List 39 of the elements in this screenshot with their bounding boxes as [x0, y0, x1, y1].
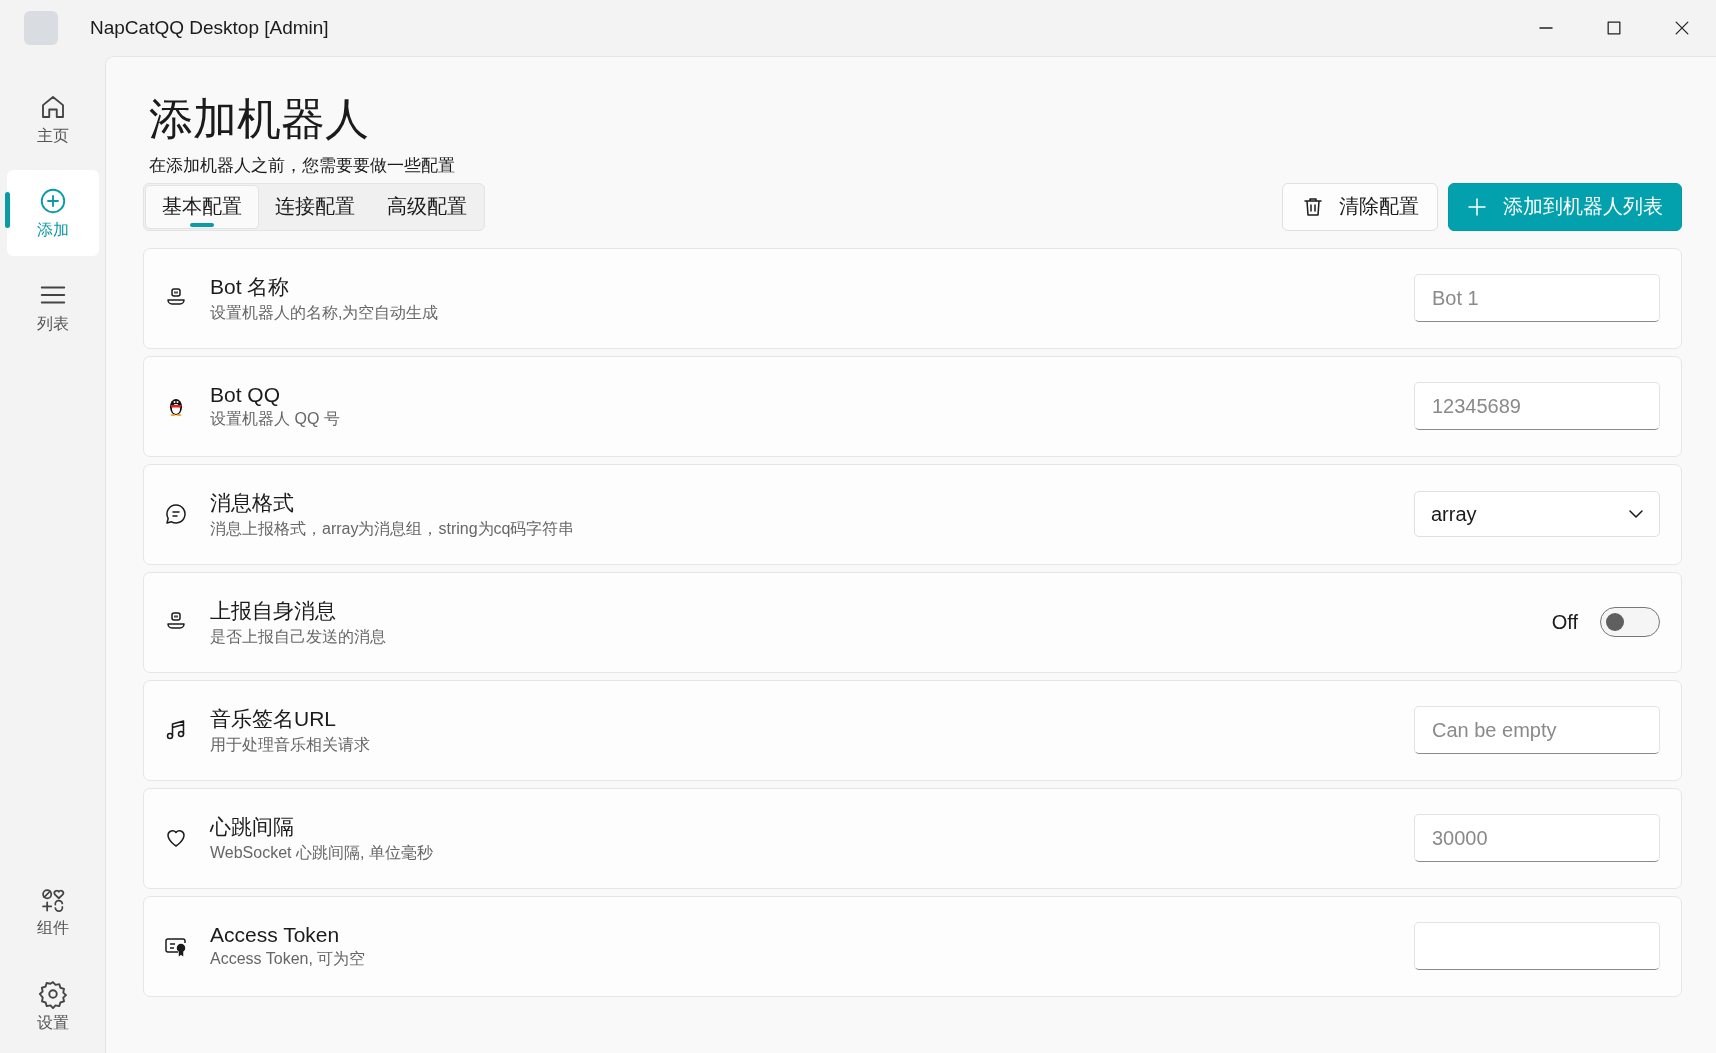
dropdown[interactable]: array [1414, 491, 1660, 538]
setting-title: 心跳间隔 [210, 813, 295, 840]
setting-title: 音乐签名URL [210, 705, 337, 732]
nav-item[interactable]: 添加 [6, 170, 99, 256]
window-title: NapCatQQ Desktop [Admin] [90, 17, 330, 39]
text-field[interactable] [1414, 922, 1660, 971]
text-field[interactable]: 12345689 [1414, 382, 1660, 431]
setting-description: WebSocket 心跳间隔, 单位毫秒 [210, 842, 434, 863]
nav-item[interactable]: 列表 [6, 264, 99, 350]
nav-item[interactable]: 主页 [6, 76, 99, 162]
page-title: 添加机器人 [149, 93, 370, 145]
setting-description: 设置机器人 QQ 号 [210, 408, 341, 429]
text-field[interactable]: 30000 [1414, 814, 1660, 863]
chat-bubble-icon [164, 502, 188, 527]
setting-title: Access Token [210, 922, 341, 947]
chevron-down-icon [1629, 510, 1643, 519]
setting-title: 上报自身消息 [210, 597, 337, 624]
setting-title: Bot QQ [210, 382, 282, 407]
minimize-icon [1539, 27, 1553, 29]
text-field[interactable]: Bot 1 [1414, 274, 1660, 323]
setting-description: Access Token, 可为空 [210, 948, 367, 969]
setting-description: 设置机器人的名称,为空自动生成 [210, 302, 440, 323]
tab[interactable]: 基本配置 [145, 184, 259, 229]
clear-config-button[interactable]: 清除配置 [1282, 182, 1438, 231]
setting-title: Bot 名称 [210, 273, 291, 300]
tab[interactable]: 连接配置 [259, 184, 371, 229]
toggle-label: Off [1551, 610, 1578, 634]
page-subtitle: 在添加机器人之前，您需要要做一些配置 [149, 154, 456, 177]
app-logo [24, 11, 58, 45]
nav-item[interactable]: 组件 [6, 869, 99, 955]
setting-description: 消息上报格式，array为消息组，string为cq码字符串 [210, 518, 576, 539]
setting-description: 用于处理音乐相关请求 [210, 734, 371, 755]
text-field[interactable]: Can be empty [1414, 706, 1660, 755]
setting-title: 消息格式 [210, 489, 295, 516]
toggle-switch[interactable] [1600, 607, 1660, 638]
setting-description: 是否上报自己发送的消息 [210, 626, 387, 647]
tab[interactable]: 高级配置 [371, 184, 483, 229]
nav-item[interactable]: 设置 [6, 963, 99, 1049]
settings-icon [37, 978, 68, 1009]
